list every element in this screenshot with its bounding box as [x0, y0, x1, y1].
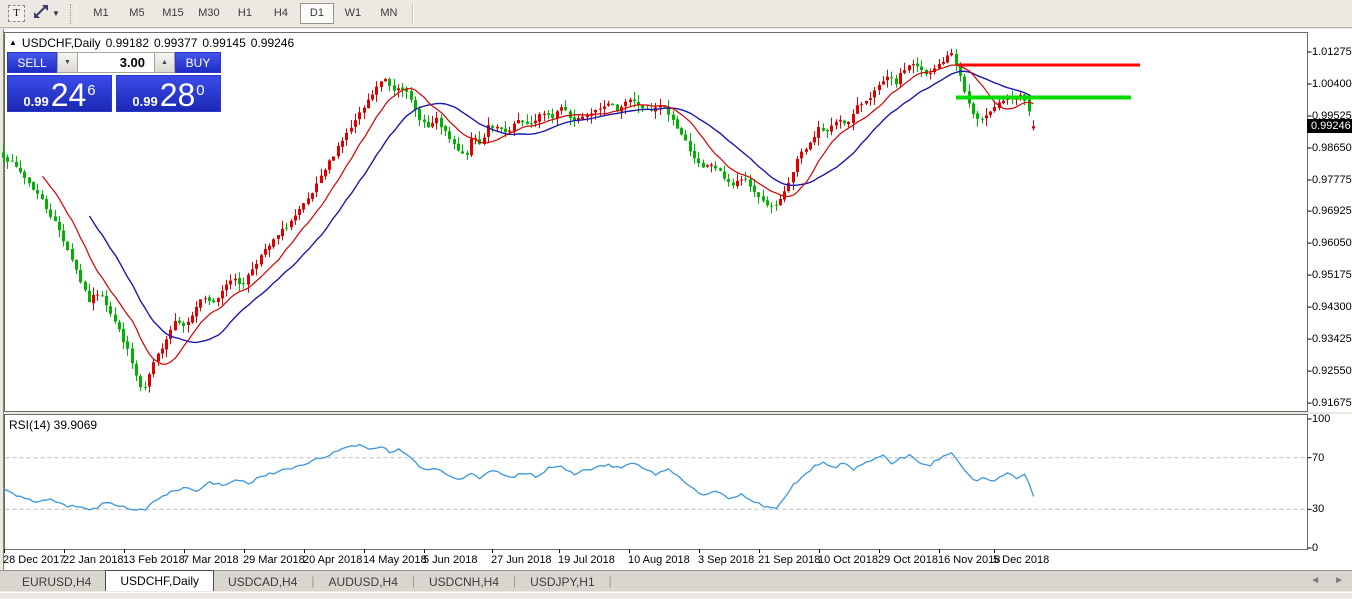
ohlc-close: 0.99246: [251, 36, 294, 50]
tab-usdcad-h4[interactable]: USDCAD,H4: [214, 574, 311, 591]
date-tick: 20 Apr 2018: [303, 554, 362, 566]
sell-price-prefix: 0.99: [23, 94, 48, 109]
price-tick-0.96050: 0.96050: [1312, 237, 1352, 249]
volume-spinner: ▼ 3.00 ▲: [57, 52, 175, 73]
current-price-tag: 0.99246: [1307, 119, 1352, 133]
volume-decrease-button[interactable]: ▼: [57, 52, 78, 73]
price-tick-0.93425: 0.93425: [1312, 333, 1352, 345]
rsi-tick-30: 30: [1312, 503, 1324, 515]
rsi-indicator-label: RSI(14) 39.9069: [9, 418, 97, 432]
one-click-trading-panel: SELL ▼ 3.00 ▲ BUY 0.99 24 6 0.99 28 0: [7, 52, 221, 112]
rsi-tick-70: 70: [1312, 452, 1324, 464]
date-tick: 7 Mar 2018: [183, 554, 239, 566]
chart-title: ▲ USDCHF,Daily 0.99182 0.99377 0.99145 0.9924…: [9, 36, 294, 50]
date-tick: 10 Aug 2018: [628, 554, 690, 566]
price-tick-0.96925: 0.96925: [1312, 205, 1352, 217]
date-tick: 29 Oct 2018: [878, 554, 938, 566]
tab-usdchf-daily[interactable]: USDCHF,Daily: [105, 570, 214, 591]
current-price-value: 0.99246: [1311, 120, 1351, 132]
date-tick: 27 Jun 2018: [491, 554, 552, 566]
buy-button[interactable]: BUY: [175, 52, 221, 73]
volume-increase-button[interactable]: ▲: [154, 52, 175, 73]
price-tick-1.00400: 1.00400: [1312, 78, 1352, 90]
chart-tab-bar: EURUSD,H4USDCHF,DailyUSDCAD,H4 | AUDUSD,H4…: [0, 570, 1352, 591]
sell-price-card[interactable]: 0.99 24 6: [7, 75, 112, 112]
rsi-tick-0: 0: [1312, 542, 1318, 554]
price-tick-0.91675: 0.91675: [1312, 397, 1352, 409]
date-tick: 14 May 2018: [363, 554, 427, 566]
date-tick: 3 Sep 2018: [698, 554, 754, 566]
tab-separator: |: [609, 574, 612, 588]
tab-eurusd-h4[interactable]: EURUSD,H4: [8, 574, 105, 591]
rsi-tick-100: 100: [1312, 413, 1330, 425]
date-tick: 16 Nov 2018: [938, 554, 1000, 566]
sell-price-big: 24: [51, 78, 87, 112]
chart-objects-layer[interactable]: [956, 65, 1140, 98]
price-tick-0.92550: 0.92550: [1312, 365, 1352, 377]
tab-audusd-h4[interactable]: AUDUSD,H4: [315, 574, 412, 591]
volume-input[interactable]: 3.00: [78, 52, 154, 73]
buy-price-card[interactable]: 0.99 28 0: [116, 75, 221, 112]
price-tick-0.98650: 0.98650: [1312, 142, 1352, 154]
date-tick: 22 Jan 2018: [63, 554, 124, 566]
tab-usdjpy-h1[interactable]: USDJPY,H1: [516, 574, 608, 591]
date-tick: 10 Oct 2018: [818, 554, 878, 566]
sell-button[interactable]: SELL: [7, 52, 57, 73]
tab-scroll-left-icon[interactable]: ◄: [1310, 575, 1320, 586]
date-tick: 21 Sep 2018: [758, 554, 820, 566]
expand-triangle-icon[interactable]: ▲: [9, 38, 17, 47]
buy-price-big: 28: [160, 78, 196, 112]
ohlc-high: 0.99377: [154, 36, 197, 50]
buy-price-pip: 0: [196, 82, 204, 99]
ohlc-low: 0.99145: [202, 36, 245, 50]
ohlc-open: 0.99182: [106, 36, 149, 50]
buy-price-prefix: 0.99: [132, 94, 157, 109]
date-tick: 28 Dec 2017: [3, 554, 65, 566]
price-tick-0.95175: 0.95175: [1312, 269, 1352, 281]
price-tick-0.97775: 0.97775: [1312, 174, 1352, 186]
tab-usdcnh-h4[interactable]: USDCNH,H4: [415, 574, 513, 591]
date-tick: 19 Jul 2018: [558, 554, 615, 566]
date-tick: 5 Jun 2018: [423, 554, 477, 566]
sell-price-pip: 6: [87, 82, 95, 99]
date-tick: 13 Feb 2018: [123, 554, 185, 566]
date-tick: 29 Mar 2018: [243, 554, 305, 566]
price-tick-0.94300: 0.94300: [1312, 301, 1352, 313]
tab-scroll-right-icon[interactable]: ►: [1334, 575, 1344, 586]
date-tick: 5 Dec 2018: [993, 554, 1049, 566]
price-tick-1.01275: 1.01275: [1312, 46, 1352, 58]
chart-symbol-label: USDCHF,Daily: [22, 36, 101, 50]
rsi-line: [4, 445, 1034, 511]
